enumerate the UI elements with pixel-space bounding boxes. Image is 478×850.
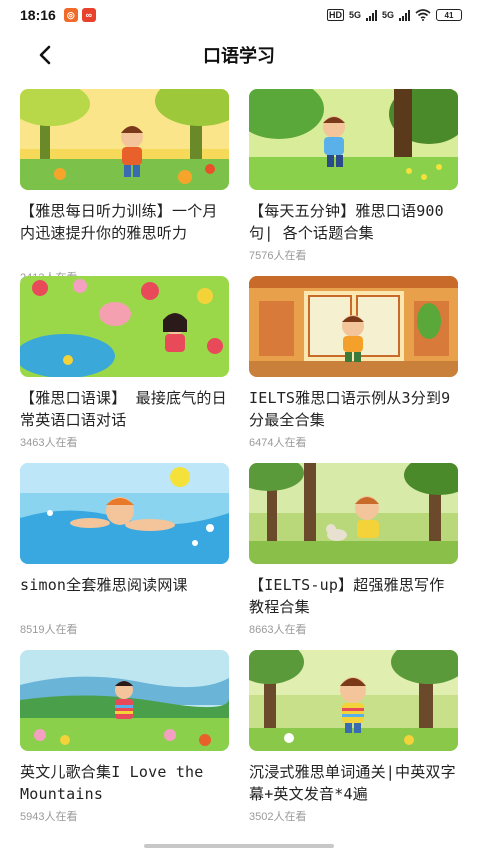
app-notification-icon: ◎ [63,8,78,22]
course-thumbnail [20,650,229,751]
course-card[interactable]: 【每天五分钟】雅思口语900句| 各个话题合集 7576人在看 [249,89,458,276]
course-title: 【雅思口语课】 最接底气的日常英语口语对话 [20,389,227,429]
course-title: simon全套雅思阅读网课 [20,576,188,594]
course-title: 【IELTS-up】超强雅思写作教程合集 [249,576,445,616]
course-thumbnail [249,89,458,190]
course-thumbnail [20,89,229,190]
status-bar: 18:16 ◎ ∞ HD 5G 5G 41 [0,0,478,30]
course-title: IELTS雅思口语示例从3分到9分最全合集 [249,389,451,429]
course-views: 5943人在看 [20,811,78,823]
course-thumbnail [20,276,229,377]
course-card[interactable]: 【雅思每日听力训练】一个月内迅速提升你的雅思听力 2413人在看 [20,89,229,284]
course-views: 8519人在看 [20,624,78,636]
course-views: 8663人在看 [249,624,307,636]
course-views: 7576人在看 [249,250,307,262]
home-indicator[interactable] [144,844,334,848]
page-title: 口语学习 [203,46,275,67]
wifi-icon [415,9,431,21]
course-card[interactable]: 【雅思口语课】 最接底气的日常英语口语对话 3463人在看 [20,276,229,463]
network-label-2: 5G [381,10,394,20]
course-card[interactable]: simon全套雅思阅读网课 8519人在看 [20,463,229,650]
course-title: 英文儿歌合集I Love the Mountains [20,763,204,803]
battery-icon: 41 [436,9,462,21]
header: 口语学习 [0,30,478,78]
course-card[interactable]: 英文儿歌合集I Love the Mountains 5943人在看 [20,650,229,837]
app-notification-icon-2: ∞ [81,8,96,22]
signal-icon [365,9,377,21]
course-title: 【雅思每日听力训练】一个月内迅速提升你的雅思听力 [20,202,218,242]
network-label: 5G [348,10,361,20]
status-right: HD 5G 5G 41 [326,9,462,21]
course-thumbnail [249,650,458,751]
course-card[interactable]: IELTS雅思口语示例从3分到9分最全合集 6474人在看 [249,276,458,463]
course-thumbnail [20,463,229,564]
course-card[interactable]: 沉浸式雅思单词通关|中英双字幕+英文发音*4遍 3502人在看 [249,650,458,837]
status-time: 18:16 [20,7,56,23]
notification-icons: ◎ ∞ [63,8,96,22]
course-thumbnail [249,276,458,377]
course-title: 【每天五分钟】雅思口语900句| 各个话题合集 [249,202,444,242]
course-views: 3502人在看 [249,811,307,823]
course-card[interactable]: 【IELTS-up】超强雅思写作教程合集 8663人在看 [249,463,458,650]
course-thumbnail [249,463,458,564]
course-grid: 【雅思每日听力训练】一个月内迅速提升你的雅思听力 2413人在看 【每天五分钟】… [20,89,460,837]
signal-icon-2 [399,9,410,21]
course-views: 3463人在看 [20,437,78,449]
hd-icon: HD [326,9,344,21]
course-title: 沉浸式雅思单词通关|中英双字幕+英文发音*4遍 [249,763,456,803]
course-views: 6474人在看 [249,437,307,449]
